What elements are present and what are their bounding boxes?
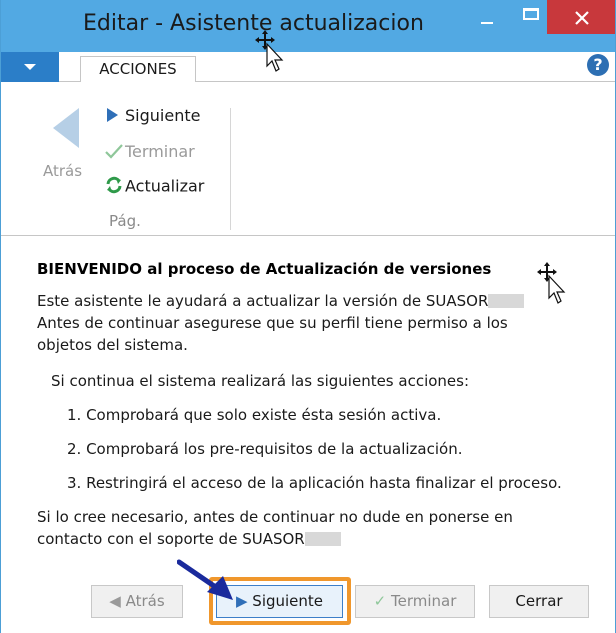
close-button[interactable]: Cerrar bbox=[489, 585, 589, 618]
title-bar[interactable]: Editar - Asistente actualizacion bbox=[1, 0, 615, 52]
ribbon-separator bbox=[230, 108, 231, 230]
ribbon-tab-row: ACCIONES ? bbox=[1, 52, 615, 83]
chevron-down-icon bbox=[24, 64, 36, 70]
window-title: Editar - Asistente actualizacion bbox=[83, 11, 424, 36]
redacted-text bbox=[304, 532, 341, 546]
finish-button[interactable]: ✓ Terminar bbox=[355, 585, 475, 618]
back-button[interactable]: ◀ Atrás bbox=[91, 585, 183, 618]
intro-line-3: objetos del sistema. bbox=[37, 336, 188, 354]
redacted-text bbox=[488, 294, 525, 308]
ribbon-panel: Atrás Siguiente Terminar Actualizar Pág. bbox=[1, 82, 615, 236]
wizard-content: BIENVENIDO al proceso de Actualización d… bbox=[1, 236, 615, 633]
close-icon bbox=[575, 11, 589, 25]
ribbon-finish-label: Terminar bbox=[125, 142, 195, 161]
ribbon-next-label: Siguiente bbox=[125, 106, 201, 125]
ribbon-finish-button[interactable]: Terminar bbox=[105, 142, 195, 166]
ribbon-menu-dropdown[interactable] bbox=[1, 52, 59, 82]
back-arrow-icon bbox=[53, 108, 79, 148]
move-cursor-icon bbox=[537, 262, 566, 304]
contact-line-1: Si lo cree necesario, antes de continuar… bbox=[37, 508, 513, 526]
step-3: 3. Restringirá el acceso de la aplicació… bbox=[67, 474, 562, 492]
play-icon bbox=[105, 107, 125, 127]
minimize-icon bbox=[481, 22, 493, 24]
intro-line-1: Este asistente le ayudará a actualizar l… bbox=[37, 292, 525, 310]
page-heading: BIENVENIDO al proceso de Actualización d… bbox=[37, 260, 492, 278]
maximize-icon bbox=[523, 8, 539, 20]
wizard-window: Editar - Asistente actualizacion ACCIONE… bbox=[0, 0, 616, 633]
check-icon bbox=[105, 143, 125, 163]
tab-acciones[interactable]: ACCIONES bbox=[80, 56, 196, 83]
refresh-icon bbox=[105, 176, 125, 198]
ribbon-group-label: Pág. bbox=[109, 212, 141, 230]
check-icon: ✓ bbox=[373, 592, 387, 610]
step-2: 2. Comprobará los pre-requisitos de la a… bbox=[67, 440, 463, 458]
help-icon[interactable]: ? bbox=[587, 54, 609, 76]
back-triangle-icon: ◀ bbox=[109, 592, 121, 610]
close-window-button[interactable] bbox=[547, 0, 615, 34]
contact-line-2: contacto con el soporte de SUASOR bbox=[37, 530, 341, 548]
annotation-arrow-icon bbox=[177, 559, 233, 600]
ribbon-back-button[interactable]: Atrás bbox=[43, 162, 82, 180]
move-cursor-icon bbox=[255, 30, 284, 72]
actions-intro: Si continua el sistema realizará las sig… bbox=[51, 372, 470, 390]
minimize-button[interactable] bbox=[463, 0, 509, 38]
ribbon-next-button[interactable]: Siguiente bbox=[105, 106, 200, 130]
ribbon-refresh-label: Actualizar bbox=[125, 176, 205, 196]
ribbon-refresh-button[interactable]: Actualizar bbox=[105, 176, 204, 200]
intro-line-2: Antes de continuar asegurese que su perf… bbox=[37, 314, 508, 332]
step-1: 1. Comprobará que solo existe ésta sesió… bbox=[67, 406, 442, 424]
